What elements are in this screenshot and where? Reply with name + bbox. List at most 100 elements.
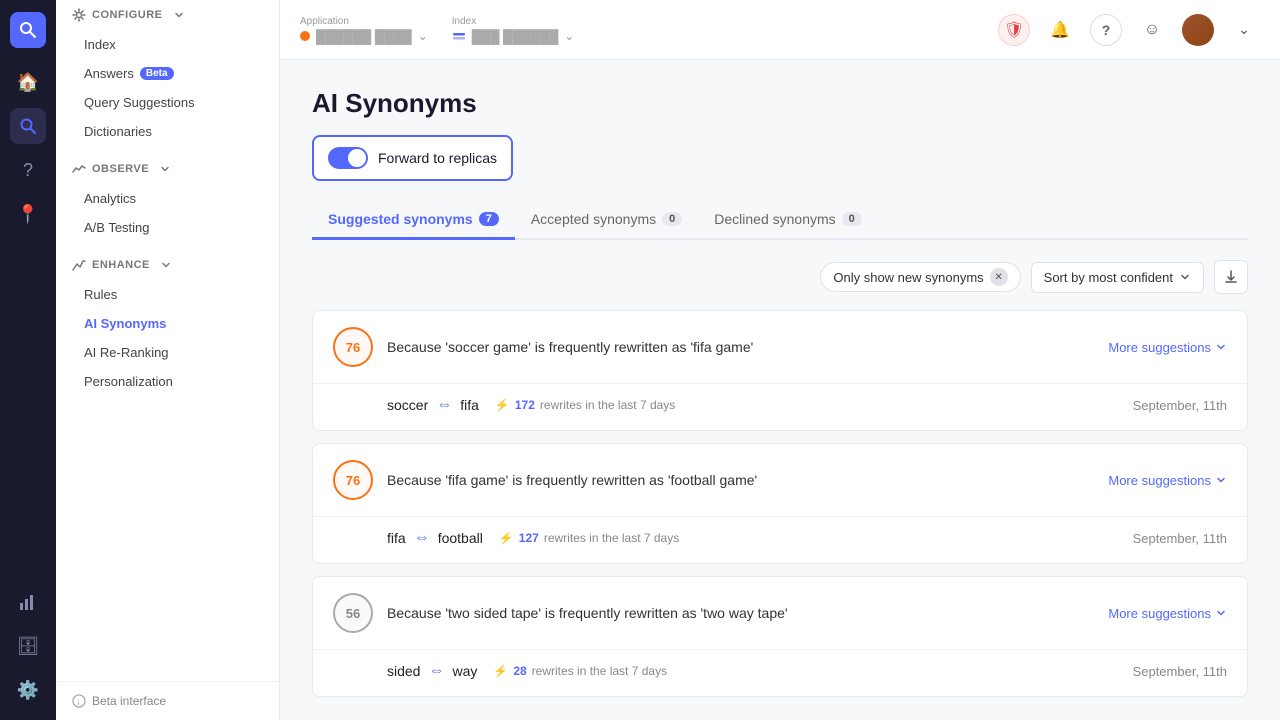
- only-new-label: Only show new synonyms: [833, 270, 983, 285]
- sidebar-item-ai-reranking[interactable]: AI Re-Ranking: [56, 338, 279, 367]
- card-date-1: September, 11th: [1133, 531, 1227, 546]
- app-logo[interactable]: [10, 12, 46, 48]
- forward-to-replicas-row: Forward to replicas: [312, 135, 513, 181]
- card-body-2: sided ⇔ way ⚡ 28 rewrites in the last 7 …: [313, 649, 1247, 696]
- sidebar-icon-settings[interactable]: ⚙️: [10, 672, 46, 708]
- synonym-pair-0: soccer ⇔ fifa: [387, 396, 479, 414]
- download-button[interactable]: [1214, 260, 1248, 294]
- icon-bar: 🏠 ? 📍 🗄 ⚙️: [0, 0, 56, 720]
- sidebar-icon-home[interactable]: 🏠: [10, 64, 46, 100]
- topbar-actions: 🛡 🔔 ? ☺ ⌄: [998, 14, 1260, 46]
- bell-button[interactable]: 🔔: [1044, 14, 1076, 46]
- synonym-card-2: 56 Because 'two sided tape' is frequentl…: [312, 576, 1248, 697]
- content-area: AI Synonyms Forward to replicas Suggeste…: [280, 60, 1280, 720]
- observe-section-header[interactable]: OBSERVE: [56, 154, 279, 184]
- more-suggestions-btn-0[interactable]: More suggestions: [1108, 340, 1227, 355]
- sidebar-footer[interactable]: i Beta interface: [56, 681, 279, 720]
- tab-suggested-synonyms[interactable]: Suggested synonyms 7: [312, 201, 515, 240]
- tab-declined-synonyms[interactable]: Declined synonyms 0: [698, 201, 878, 240]
- user-chevron-icon[interactable]: ⌄: [1228, 14, 1260, 46]
- chevron-down-icon-card0: [1215, 341, 1227, 353]
- double-arrow-icon-2: ⇔: [428, 662, 444, 680]
- forward-to-replicas-toggle[interactable]: [328, 147, 368, 169]
- sidebar-icon-question[interactable]: ?: [10, 152, 46, 188]
- only-new-filter-chip: Only show new synonyms ✕: [820, 262, 1020, 292]
- sort-dropdown[interactable]: Sort by most confident: [1031, 262, 1204, 293]
- card-reason-2: Because 'two sided tape' is frequently r…: [387, 605, 1108, 621]
- gear-icon: [72, 8, 86, 22]
- accepted-count: 0: [662, 212, 682, 226]
- filter-bar: Only show new synonyms ✕ Sort by most co…: [312, 260, 1248, 294]
- remove-filter-button[interactable]: ✕: [990, 268, 1008, 286]
- score-badge-0: 76: [333, 327, 373, 367]
- suggested-count: 7: [479, 212, 499, 226]
- synonym-card-0: 76 Because 'soccer game' is frequently r…: [312, 310, 1248, 431]
- sidebar-icon-database[interactable]: 🗄: [10, 628, 46, 664]
- info-icon: i: [72, 694, 86, 708]
- rewrites-info-2: ⚡ 28 rewrites in the last 7 days: [493, 664, 667, 678]
- enhance-icon: [72, 258, 86, 272]
- help-button[interactable]: ?: [1090, 14, 1122, 46]
- application-label: Application: [300, 16, 428, 27]
- sidebar-icon-chart[interactable]: [10, 584, 46, 620]
- sidebar-item-rules[interactable]: Rules: [56, 280, 279, 309]
- card-reason-0: Because 'soccer game' is frequently rewr…: [387, 339, 1108, 355]
- more-suggestions-btn-1[interactable]: More suggestions: [1108, 473, 1227, 488]
- lightning-icon-0: ⚡: [495, 398, 510, 412]
- sidebar-icon-pin[interactable]: 📍: [10, 196, 46, 232]
- sidebar-item-ab-testing[interactable]: A/B Testing: [56, 213, 279, 242]
- chevron-down-icon-2: [159, 163, 171, 175]
- forward-toggle-label: Forward to replicas: [378, 150, 497, 166]
- card-date-2: September, 11th: [1133, 664, 1227, 679]
- sidebar: CONFIGURE Index Answers Beta Query Sugge…: [56, 0, 280, 720]
- lightning-icon-1: ⚡: [499, 531, 514, 545]
- card-header-1[interactable]: 76 Because 'fifa game' is frequently rew…: [313, 444, 1247, 516]
- observe-label: OBSERVE: [92, 163, 149, 175]
- smiley-button[interactable]: ☺: [1136, 14, 1168, 46]
- configure-section-header[interactable]: CONFIGURE: [56, 0, 279, 30]
- answers-beta-badge: Beta: [140, 67, 174, 80]
- index-icon: [452, 29, 466, 43]
- card-body-1: fifa ⇔ football ⚡ 127 rewrites in the la…: [313, 516, 1247, 563]
- synonym-pair-1: fifa ⇔ football: [387, 529, 483, 547]
- beta-label: Beta interface: [92, 694, 166, 708]
- sidebar-item-dictionaries[interactable]: Dictionaries: [56, 117, 279, 146]
- enhance-label: ENHANCE: [92, 259, 150, 271]
- rewrites-info-1: ⚡ 127 rewrites in the last 7 days: [499, 531, 679, 545]
- user-avatar[interactable]: [1182, 14, 1214, 46]
- sidebar-item-query-suggestions[interactable]: Query Suggestions: [56, 88, 279, 117]
- main-area: Application ██████ ████ ⌄ Index ███ ████…: [280, 0, 1280, 720]
- card-body-0: soccer ⇔ fifa ⚡ 172 rewrites in the last…: [313, 383, 1247, 430]
- sidebar-item-personalization[interactable]: Personalization: [56, 367, 279, 396]
- sidebar-item-answers[interactable]: Answers Beta: [56, 59, 279, 88]
- enhance-section-header[interactable]: ENHANCE: [56, 250, 279, 280]
- card-header-2[interactable]: 56 Because 'two sided tape' is frequentl…: [313, 577, 1247, 649]
- rewrites-info-0: ⚡ 172 rewrites in the last 7 days: [495, 398, 675, 412]
- declined-count: 0: [842, 212, 862, 226]
- card-reason-1: Because 'fifa game' is frequently rewrit…: [387, 472, 1108, 488]
- sidebar-icon-search[interactable]: [10, 108, 46, 144]
- card-header-0[interactable]: 76 Because 'soccer game' is frequently r…: [313, 311, 1247, 383]
- chevron-down-icon-3: [160, 259, 172, 271]
- tab-accepted-synonyms[interactable]: Accepted synonyms 0: [515, 201, 698, 240]
- sort-label: Sort by most confident: [1044, 270, 1173, 285]
- lightning-icon-2: ⚡: [493, 664, 508, 678]
- sidebar-item-analytics[interactable]: Analytics: [56, 184, 279, 213]
- app-chevron-icon: ⌄: [418, 29, 428, 43]
- synonym-pair-2: sided ⇔ way: [387, 662, 477, 680]
- application-dropdown[interactable]: ██████ ████ ⌄: [300, 29, 428, 44]
- score-badge-1: 76: [333, 460, 373, 500]
- svg-text:i: i: [78, 698, 80, 707]
- sort-chevron-icon: [1179, 271, 1191, 283]
- shield-button[interactable]: 🛡: [998, 14, 1030, 46]
- sidebar-item-index[interactable]: Index: [56, 30, 279, 59]
- page-title: AI Synonyms: [312, 88, 1248, 119]
- index-dropdown[interactable]: ███ ██████ ⌄: [452, 29, 575, 44]
- more-suggestions-btn-2[interactable]: More suggestions: [1108, 606, 1227, 621]
- sidebar-item-ai-synonyms[interactable]: AI Synonyms: [56, 309, 279, 338]
- chevron-down-icon-card1: [1215, 474, 1227, 486]
- app-name: ██████ ████: [316, 29, 412, 44]
- double-arrow-icon-1: ⇔: [414, 529, 430, 547]
- chevron-down-icon-card2: [1215, 607, 1227, 619]
- synonym-card-1: 76 Because 'fifa game' is frequently rew…: [312, 443, 1248, 564]
